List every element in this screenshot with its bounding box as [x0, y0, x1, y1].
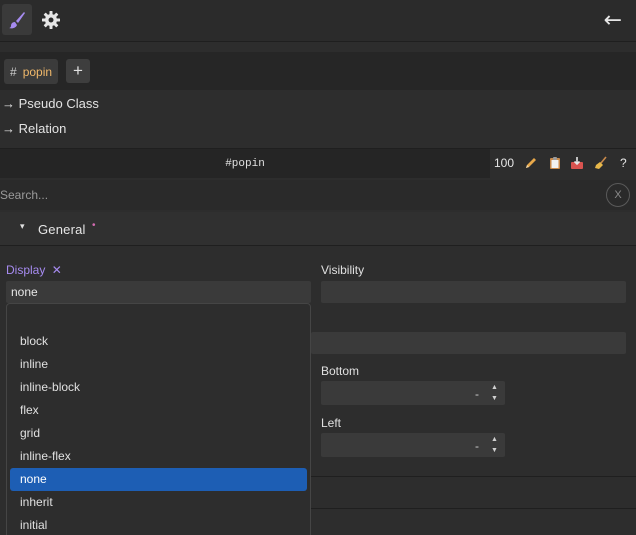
- option-block[interactable]: block: [10, 330, 307, 353]
- selector-tag-name: popin: [22, 64, 53, 79]
- display-options-list: block inline inline-block flex grid inli…: [7, 330, 310, 535]
- search-input[interactable]: Search...: [0, 188, 48, 202]
- selector-tag[interactable]: # popin: [4, 59, 59, 84]
- selector-tag-row: # popin +: [0, 52, 636, 90]
- display-label-text: Display: [6, 263, 46, 277]
- property-field[interactable]: [311, 332, 626, 354]
- left-stepper[interactable]: - ▲ ▼: [321, 433, 505, 457]
- pencil-icon[interactable]: [524, 156, 538, 173]
- display-value: none: [11, 285, 38, 299]
- inbox-icon[interactable]: [570, 156, 584, 173]
- style-tool-button[interactable]: [2, 4, 32, 35]
- gear-icon: [42, 10, 60, 29]
- divider: [311, 508, 636, 509]
- top-toolbar: ←: [0, 0, 636, 42]
- display-label: Display ✕: [6, 263, 62, 277]
- match-count: 100: [494, 156, 515, 170]
- pseudo-class-expander[interactable]: → Pseudo Class: [2, 96, 99, 111]
- clipboard-icon[interactable]: [548, 156, 562, 173]
- section-title: General: [38, 222, 86, 237]
- option-inherit[interactable]: inherit: [10, 491, 307, 514]
- display-dropdown[interactable]: block inline inline-block flex grid inli…: [6, 303, 311, 535]
- paintbrush-icon: [9, 11, 25, 28]
- modified-dot: •: [92, 220, 96, 231]
- stepper-arrows-icon[interactable]: ▲ ▼: [491, 383, 501, 403]
- option-flex[interactable]: flex: [10, 399, 307, 422]
- bottom-label: Bottom: [321, 364, 360, 378]
- option-none[interactable]: none: [10, 468, 307, 491]
- clear-search-button[interactable]: X: [606, 183, 630, 207]
- stepper-arrows-icon[interactable]: ▲ ▼: [491, 435, 501, 455]
- general-section-header[interactable]: ▾ General •: [0, 212, 636, 246]
- relation-expander[interactable]: → Relation: [2, 121, 66, 136]
- visibility-select[interactable]: [321, 281, 626, 303]
- option-grid[interactable]: grid: [10, 422, 307, 445]
- divider: [311, 476, 636, 477]
- option-inline-block[interactable]: inline-block: [10, 376, 307, 399]
- display-select[interactable]: none: [6, 281, 311, 303]
- close-icon[interactable]: ✕: [52, 263, 62, 277]
- settings-button[interactable]: [36, 4, 66, 35]
- left-label: Left: [321, 416, 342, 430]
- caret-down-icon: ▾: [20, 221, 25, 231]
- search-row: Search... X: [0, 180, 636, 210]
- option-initial[interactable]: initial: [10, 514, 307, 535]
- option-inline-flex[interactable]: inline-flex: [10, 445, 307, 468]
- selector-bar: #popin 100 ?: [0, 148, 636, 178]
- left-value: -: [475, 439, 479, 453]
- back-arrow-icon[interactable]: ←: [604, 8, 622, 33]
- bottom-stepper[interactable]: - ▲ ▼: [321, 381, 505, 405]
- help-button[interactable]: ?: [620, 156, 627, 170]
- visibility-label: Visibility: [321, 263, 365, 277]
- hash-icon: #: [10, 64, 17, 79]
- broom-icon[interactable]: [594, 156, 608, 173]
- selector-input[interactable]: #popin: [0, 149, 490, 178]
- bottom-value: -: [475, 387, 479, 401]
- option-inline[interactable]: inline: [10, 353, 307, 376]
- add-selector-button[interactable]: +: [66, 59, 90, 83]
